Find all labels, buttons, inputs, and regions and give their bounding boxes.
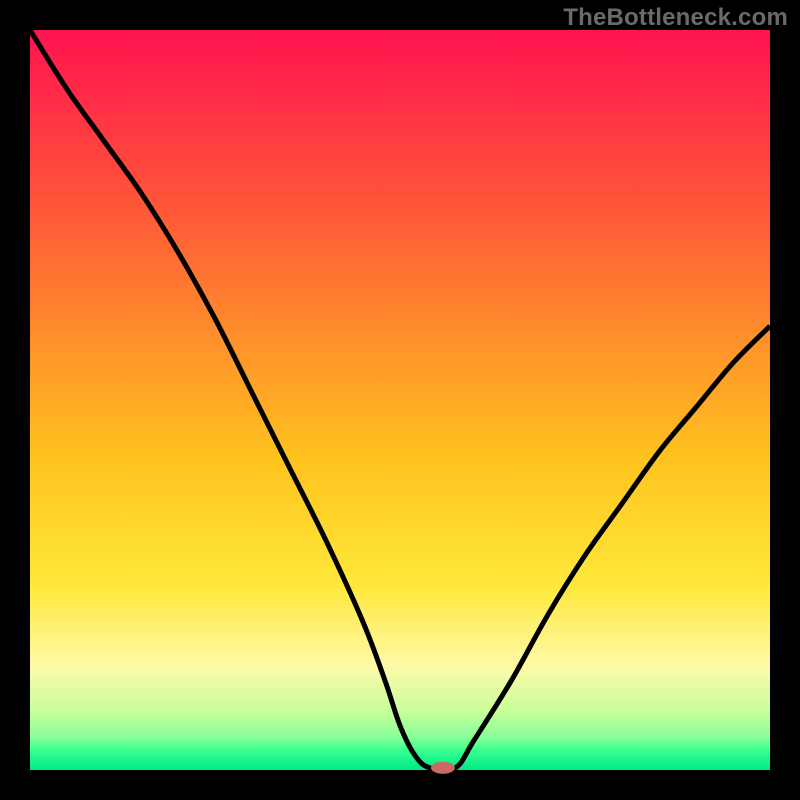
bottleneck-chart	[0, 0, 800, 800]
chart-frame: TheBottleneck.com	[0, 0, 800, 800]
optimum-marker	[431, 762, 455, 774]
plot-background	[30, 30, 770, 770]
watermark-text: TheBottleneck.com	[563, 4, 788, 32]
